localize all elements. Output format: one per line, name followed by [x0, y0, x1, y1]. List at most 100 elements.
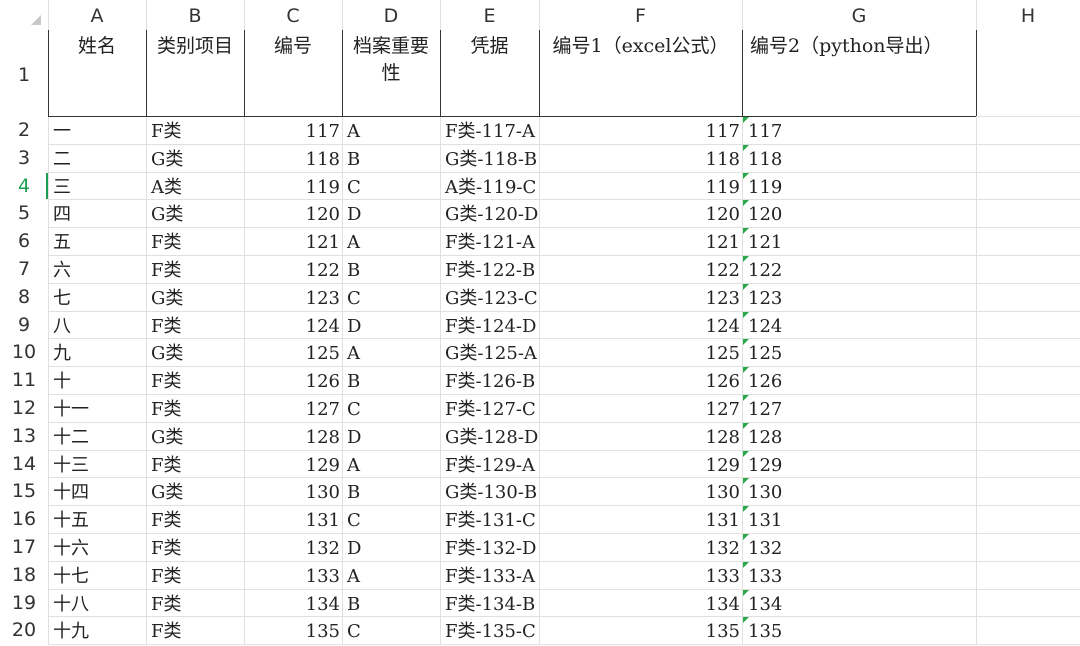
header-cell-number1[interactable]: 编号1（excel公式）	[539, 30, 742, 116]
cell-c9[interactable]: 124	[244, 312, 342, 339]
cell-c5[interactable]: 120	[244, 200, 342, 227]
cell-e9[interactable]: F类-124-D	[440, 312, 539, 339]
cell-c8[interactable]: 123	[244, 284, 342, 311]
cell-b3[interactable]: G类	[146, 145, 244, 172]
cell-b14[interactable]: F类	[146, 451, 244, 478]
cell-g3[interactable]: 118	[742, 145, 976, 172]
cell-e18[interactable]: F类-133-A	[440, 562, 539, 589]
cell-a5[interactable]: 四	[48, 200, 146, 227]
cell-e8[interactable]: G类-123-C	[440, 284, 539, 311]
cell-b6[interactable]: F类	[146, 228, 244, 255]
cell-g19[interactable]: 134	[742, 590, 976, 617]
cell-f19[interactable]: 134	[539, 590, 742, 617]
cell-b20[interactable]: F类	[146, 617, 244, 644]
cell-g9[interactable]: 124	[742, 312, 976, 339]
cell-c12[interactable]: 127	[244, 395, 342, 422]
cell-e4[interactable]: A类-119-C	[440, 173, 539, 200]
cell-c16[interactable]: 131	[244, 506, 342, 533]
cell-g15[interactable]: 130	[742, 478, 976, 505]
cell-a10[interactable]: 九	[48, 339, 146, 366]
cell-a2[interactable]: 一	[48, 117, 146, 144]
row-header-9[interactable]: 9	[0, 310, 48, 339]
cell-d14[interactable]: A	[342, 451, 440, 478]
cell-f17[interactable]: 132	[539, 534, 742, 561]
cell-c2[interactable]: 117	[244, 117, 342, 144]
cell-c14[interactable]: 129	[244, 451, 342, 478]
row-header-6[interactable]: 6	[0, 227, 48, 255]
cell-e6[interactable]: F类-121-A	[440, 228, 539, 255]
cell-b5[interactable]: G类	[146, 200, 244, 227]
cell-d15[interactable]: B	[342, 478, 440, 505]
column-header-f[interactable]: F	[539, 0, 742, 30]
cell-b15[interactable]: G类	[146, 478, 244, 505]
row-header-10[interactable]: 10	[0, 338, 48, 367]
cell-a19[interactable]: 十八	[48, 590, 146, 617]
row-header-19[interactable]: 19	[0, 588, 48, 617]
cell-c6[interactable]: 121	[244, 228, 342, 255]
cell-g6[interactable]: 121	[742, 228, 976, 255]
row-header-4[interactable]: 4	[0, 171, 48, 200]
cell-d16[interactable]: C	[342, 506, 440, 533]
cell-b13[interactable]: G类	[146, 423, 244, 450]
cell-f8[interactable]: 123	[539, 284, 742, 311]
cell-b7[interactable]: F类	[146, 256, 244, 283]
cell-e10[interactable]: G类-125-A	[440, 339, 539, 366]
cell-b18[interactable]: F类	[146, 562, 244, 589]
column-header-g[interactable]: G	[742, 0, 976, 30]
header-cell-voucher[interactable]: 凭据	[440, 30, 539, 116]
cell-f2[interactable]: 117	[539, 117, 742, 144]
cell-b9[interactable]: F类	[146, 312, 244, 339]
cell-f14[interactable]: 129	[539, 451, 742, 478]
column-header-c[interactable]: C	[244, 0, 342, 30]
cell-d3[interactable]: B	[342, 145, 440, 172]
cell-b11[interactable]: F类	[146, 367, 244, 394]
cell-c13[interactable]: 128	[244, 423, 342, 450]
row-header-16[interactable]: 16	[0, 505, 48, 533]
cell-d18[interactable]: A	[342, 562, 440, 589]
cell-a9[interactable]: 八	[48, 312, 146, 339]
cell-e16[interactable]: F类-131-C	[440, 506, 539, 533]
cell-f6[interactable]: 121	[539, 228, 742, 255]
cell-a11[interactable]: 十	[48, 367, 146, 394]
cell-g10[interactable]: 125	[742, 339, 976, 366]
cell-e11[interactable]: F类-126-B	[440, 367, 539, 394]
cell-b10[interactable]: G类	[146, 339, 244, 366]
row-header-3[interactable]: 3	[0, 143, 48, 172]
cell-g8[interactable]: 123	[742, 284, 976, 311]
cell-c15[interactable]: 130	[244, 478, 342, 505]
cell-d19[interactable]: B	[342, 590, 440, 617]
cell-e14[interactable]: F类-129-A	[440, 451, 539, 478]
row-header-12[interactable]: 12	[0, 394, 48, 422]
cell-c17[interactable]: 132	[244, 534, 342, 561]
cell-c20[interactable]: 135	[244, 617, 342, 644]
column-header-b[interactable]: B	[146, 0, 244, 30]
cell-c19[interactable]: 134	[244, 590, 342, 617]
cell-d20[interactable]: C	[342, 617, 440, 644]
cell-d2[interactable]: A	[342, 117, 440, 144]
column-header-h[interactable]: H	[976, 0, 1080, 30]
cell-a18[interactable]: 十七	[48, 562, 146, 589]
cell-a20[interactable]: 十九	[48, 617, 146, 644]
column-header-e[interactable]: E	[440, 0, 539, 30]
cell-d4[interactable]: C	[342, 173, 440, 200]
cell-g5[interactable]: 120	[742, 200, 976, 227]
row-header-2[interactable]: 2	[0, 116, 48, 144]
cell-f13[interactable]: 128	[539, 423, 742, 450]
cell-e15[interactable]: G类-130-B	[440, 478, 539, 505]
row-header-8[interactable]: 8	[0, 282, 48, 311]
cell-a3[interactable]: 二	[48, 145, 146, 172]
cell-e2[interactable]: F类-117-A	[440, 117, 539, 144]
cell-d11[interactable]: B	[342, 367, 440, 394]
cell-f10[interactable]: 125	[539, 339, 742, 366]
cell-g18[interactable]: 133	[742, 562, 976, 589]
cell-g11[interactable]: 126	[742, 367, 976, 394]
cell-c7[interactable]: 122	[244, 256, 342, 283]
cell-f15[interactable]: 130	[539, 478, 742, 505]
cell-f4[interactable]: 119	[539, 173, 742, 200]
cell-d8[interactable]: C	[342, 284, 440, 311]
cell-e7[interactable]: F类-122-B	[440, 256, 539, 283]
row-header-7[interactable]: 7	[0, 255, 48, 283]
row-header-1[interactable]: 1	[0, 30, 48, 116]
column-header-a[interactable]: A	[48, 0, 146, 30]
cell-f11[interactable]: 126	[539, 367, 742, 394]
